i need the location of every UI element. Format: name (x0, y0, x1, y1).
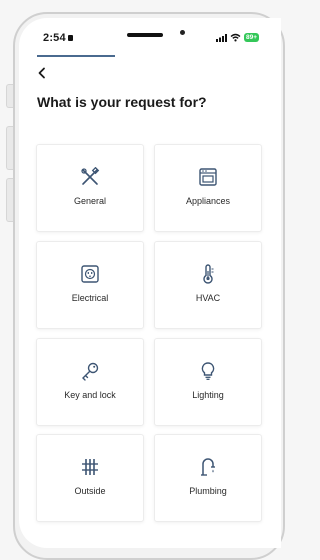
signal-icon (216, 34, 227, 42)
faucet-icon (201, 458, 215, 476)
phone-volume-down-button (6, 178, 13, 222)
status-underline (37, 55, 115, 57)
category-card-hvac[interactable]: HVAC (154, 241, 262, 329)
chevron-left-icon (38, 67, 45, 79)
category-label: Outside (74, 486, 106, 496)
category-card-lighting[interactable]: Lighting (154, 338, 262, 426)
category-card-appliances[interactable]: Appliances (154, 144, 262, 232)
phone-volume-up-button (6, 126, 13, 170)
phone-side-button (6, 84, 13, 108)
category-label: Appliances (185, 196, 231, 206)
outlet-icon (81, 265, 99, 283)
lock-icon (67, 35, 73, 41)
wifi-icon (230, 33, 241, 42)
status-time: 2:54 (43, 32, 73, 44)
category-card-electrical[interactable]: Electrical (36, 241, 144, 329)
category-label: General (73, 196, 107, 206)
oven-icon (199, 168, 217, 186)
category-label: Lighting (192, 390, 224, 400)
status-bar: 2:54 89+ (19, 18, 281, 60)
fence-icon (82, 459, 98, 475)
thermometer-icon (203, 264, 214, 284)
camera-dot (180, 30, 185, 35)
battery-indicator: 89+ (244, 33, 260, 42)
category-card-outside[interactable]: Outside (36, 434, 144, 522)
category-card-plumbing[interactable]: Plumbing (154, 434, 262, 522)
status-time-text: 2:54 (43, 32, 66, 44)
category-card-key-and-lock[interactable]: Key and lock (36, 338, 144, 426)
app-screen: 2:54 89+ What is your request for? Gener… (19, 18, 281, 548)
dynamic-island (127, 33, 163, 37)
tools-icon (81, 167, 100, 185)
category-card-general[interactable]: General (36, 144, 144, 232)
back-button[interactable] (37, 66, 57, 84)
category-label: Electrical (71, 293, 109, 303)
lightbulb-icon (201, 362, 215, 380)
category-label: Plumbing (189, 486, 227, 496)
key-icon (82, 362, 99, 381)
category-label: HVAC (195, 293, 221, 303)
category-label: Key and lock (64, 390, 116, 400)
page-title: What is your request for? (37, 94, 207, 110)
